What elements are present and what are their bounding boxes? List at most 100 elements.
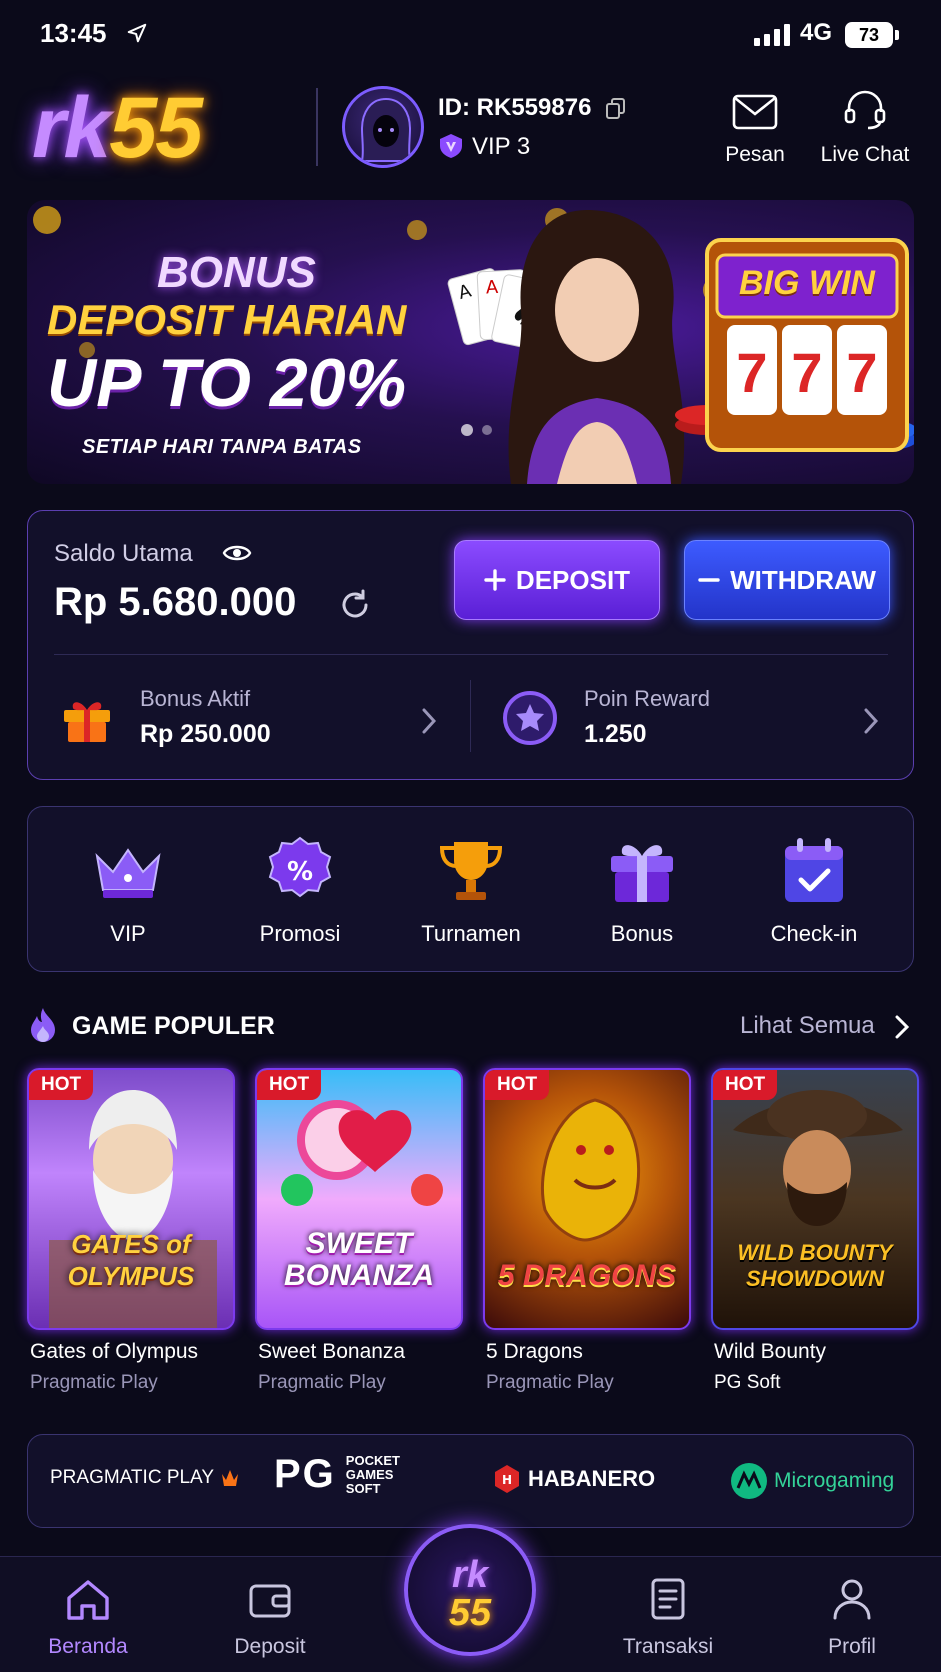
plus-icon [484,569,506,591]
withdraw-button[interactable]: WITHDRAW [684,540,890,620]
quick-item-label: Bonus [610,921,674,946]
balance-amount: Rp 5.680.000 [54,580,297,624]
nav-deposit-label: Deposit [234,1635,306,1658]
fire-icon [31,1008,55,1042]
svg-text:%: % [287,857,313,887]
game-provider: Pragmatic Play [258,1372,386,1393]
reward-points-label: Poin Reward [584,686,710,711]
game-card-5-dragons[interactable]: HOT 5 DRAGONS [483,1068,691,1330]
reel-2: 7 [791,341,823,404]
quick-item-label: Check-in [770,921,858,946]
active-bonus-label: Bonus Aktif [140,686,251,711]
provider-name: Microgaming [774,1469,895,1492]
provider-pg-text: POCKET GAMES SOFT [345,1452,400,1496]
location-arrow-icon [127,23,147,43]
withdraw-button-label: WITHDRAW [730,564,876,595]
hot-badge: HOT [713,1070,778,1100]
home-icon [67,1580,109,1620]
quick-item-vip[interactable]: VIP [53,832,203,947]
reward-points-value: 1.250 [584,720,647,748]
chevron-right-icon[interactable] [420,706,438,736]
eye-icon[interactable] [222,541,252,565]
copy-icon[interactable] [606,98,626,120]
crown-icon [95,848,161,898]
calendar-check-icon [785,838,843,902]
envelope-icon [732,94,778,130]
nav-home-label: Beranda [48,1635,128,1658]
quick-item-bonus[interactable]: Bonus [567,832,717,947]
battery-icon: 73 [845,22,899,48]
headset-icon [844,90,886,130]
chevron-right-icon[interactable] [894,1014,910,1040]
provider-pragmatic-play[interactable]: PRAGMATIC PLAY [50,1464,242,1492]
provider-name: PRAGMATIC PLAY [50,1467,214,1488]
wallet-divider [54,654,888,655]
gift-icon [64,702,110,742]
clock: 13:45 [40,18,107,48]
game-name: Gates of Olympus [30,1340,199,1363]
quick-item-promosi[interactable]: % Promosi [225,832,375,947]
game-art-title: GATES of OLYMPUS [67,1229,195,1291]
nav-profile-label: Profil [828,1635,876,1658]
avatar[interactable] [342,86,424,168]
provider-pg-logo: PG [274,1452,336,1496]
game-card-gates-of-olympus[interactable]: HOT GATES of OLYMPUS [27,1068,235,1330]
svg-text:H: H [502,1473,512,1487]
section-title: GAME POPULER [72,1012,275,1040]
vip-level: VIP 3 [472,133,531,160]
logo-rk-text: rk [32,80,111,176]
game-provider: PG Soft [714,1372,781,1393]
see-all-link[interactable]: Lihat Semua [740,1012,875,1040]
game-card-wild-bounty[interactable]: HOT WILD BOUNTY SHOWDOWN [711,1068,919,1330]
user-id: ID: RK559876 [438,94,592,121]
hooded-avatar-icon [360,97,412,162]
banner-line-3: UP TO 20% [47,345,407,421]
chevron-right-icon[interactable] [862,706,880,736]
quick-item-checkin[interactable]: Check-in [739,832,889,947]
vip-shield-icon [440,134,462,158]
reel-1: 7 [736,341,768,404]
nav-transactions[interactable]: Transaksi [598,1574,738,1659]
live-chat-button[interactable]: Live Chat [820,90,910,167]
nav-profile[interactable]: Profil [782,1574,922,1659]
nav-deposit[interactable]: Deposit [200,1574,340,1659]
game-provider: Pragmatic Play [30,1372,158,1393]
live-chat-label: Live Chat [820,143,910,166]
quick-item-label: Promosi [259,921,341,946]
game-name: Sweet Bonanza [258,1340,406,1363]
habanero-hex-icon: H [495,1465,519,1493]
game-card-sweet-bonanza[interactable]: HOT SWEET BONANZA [255,1068,463,1330]
star-coin-icon [503,691,557,745]
messages-button[interactable]: Pesan [720,94,790,167]
provider-habanero[interactable]: H HABANERO [494,1464,655,1494]
refresh-icon[interactable] [338,588,372,622]
hot-badge: HOT [29,1070,94,1100]
center-logo-number: 55 [448,1592,492,1634]
provider-microgaming[interactable]: Microgaming [730,1462,894,1500]
promo-banner[interactable]: A A ♠ BONUS DEPOSIT HARIAN UP TO 20% SET… [27,200,914,484]
status-bar: 13:45 4G 73 [0,0,941,70]
deposit-button[interactable]: DEPOSIT [454,540,660,620]
svg-text:A: A [485,277,499,299]
wallet-icon [249,1584,291,1618]
quick-item-label: Turnamen [421,921,521,946]
nav-transactions-label: Transaksi [622,1635,714,1658]
reel-3: 7 [846,341,878,404]
nav-home[interactable]: Beranda [18,1574,158,1659]
active-bonus-value: Rp 250.000 [140,720,271,748]
pragmatic-crown-icon [222,1470,238,1486]
provider-pg-soft[interactable]: PG POCKET GAMES SOFT [274,1452,416,1497]
game-provider: Pragmatic Play [486,1372,614,1393]
microgaming-icon [731,1463,767,1499]
brand-logo[interactable]: rk55 [32,78,203,178]
nav-center-logo-button[interactable]: rk 55 [404,1524,536,1656]
quick-item-turnamen[interactable]: Turnamen [396,832,546,947]
game-name: 5 Dragons [486,1340,583,1363]
big-win-badge: BIG WIN [739,264,875,302]
network-type: 4G [800,19,833,46]
hot-badge: HOT [257,1070,322,1100]
percent-badge-icon: % [268,836,332,898]
messages-label: Pesan [725,143,785,166]
quick-item-label: VIP [110,921,146,946]
banner-line-2: DEPOSIT HARIAN [47,296,407,343]
